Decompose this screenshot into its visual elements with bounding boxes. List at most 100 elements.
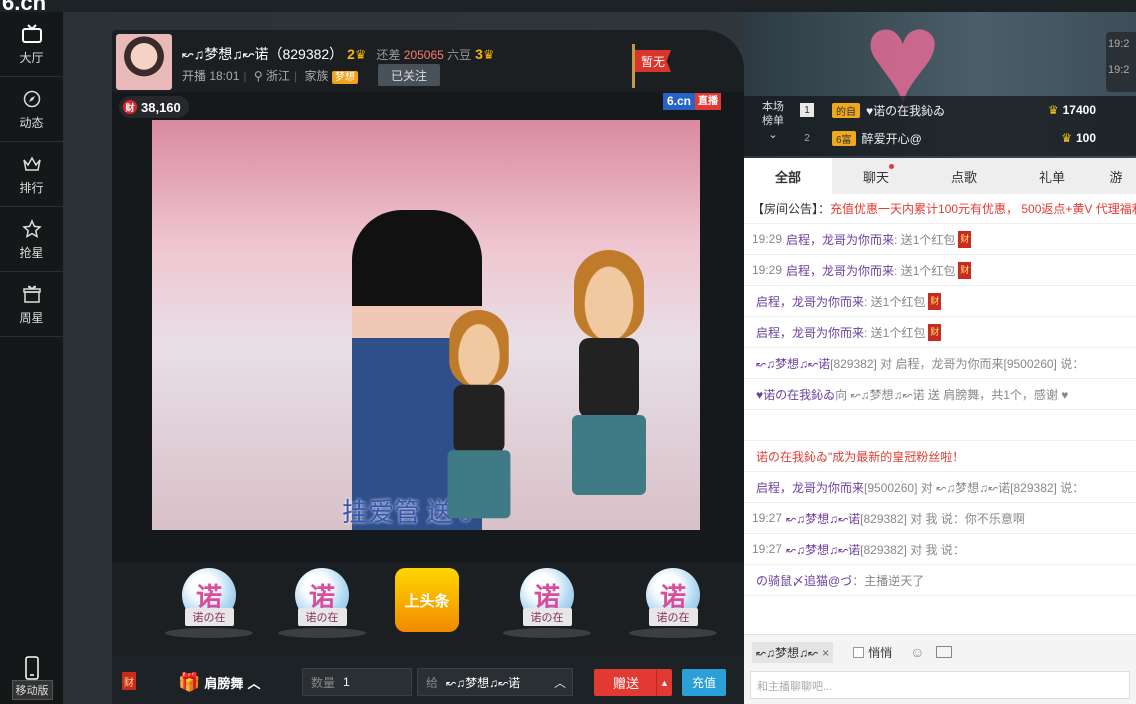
whisper-toggle[interactable]: 悄悄	[853, 644, 892, 661]
chat-list[interactable]: 【房间公告】：充值优惠一天内累计100元有优惠， 500返点+黄V 代理福利 1…	[744, 194, 1136, 634]
gift-base	[278, 628, 366, 638]
wealth-icon: 财	[123, 100, 137, 114]
rank-badge: 6富	[832, 130, 856, 146]
site-logo[interactable]: 6.cn	[0, 0, 66, 15]
nav-label: 动态	[19, 116, 44, 130]
rank-title: 本场榜单	[762, 101, 784, 127]
wealth-icon[interactable]: 财	[122, 672, 136, 690]
flag-badge[interactable]: 暂无	[630, 44, 671, 88]
message-user[interactable]: ♥诺の在我鈊ゐ	[756, 386, 835, 403]
top-bar	[66, 0, 1136, 12]
chat-message: ♥诺の在我鈊ゐ 向 ↜♫梦想♫↜诺 送 肩膀舞，共1个，感谢 ♥	[744, 379, 1136, 410]
gift-base	[503, 628, 591, 638]
quantity-label: 数量	[311, 675, 336, 690]
tab-gift-list[interactable]: 礼单	[1008, 158, 1096, 194]
message-user[interactable]: 启程，龙哥为你而来	[756, 479, 864, 496]
recipient-select[interactable]: 给 ↜♫梦想♫↜诺 ︿	[417, 668, 573, 696]
ranking-board: 本场榜单 ⌄ 1 的自 ♥诺の在我鈊ゐ ♛ 17400 2 6富 醉爱开心@ ♛ 10…	[744, 96, 1136, 156]
quantity-field[interactable]: 数量 1	[302, 668, 412, 696]
red-packet-icon[interactable]: 财	[928, 323, 942, 341]
gift-icon	[20, 282, 44, 306]
chat-tabs: 全部 聊天 点歌 礼单 游	[744, 158, 1136, 194]
chat-message: 启程，龙哥为你而来: 送1个红包财	[744, 286, 1136, 317]
streamer-figure	[352, 210, 482, 530]
rank-row[interactable]: 1 的自 ♥诺の在我鈊ゐ ♛ 17400	[800, 98, 1136, 122]
rank-score: ♛ 100	[1061, 131, 1096, 145]
follow-button[interactable]: 已关注	[378, 64, 440, 86]
red-packet-icon[interactable]: 财	[958, 261, 972, 279]
tab-game[interactable]: 游	[1096, 158, 1136, 194]
message-user[interactable]: 启程，龙哥为你而来	[756, 324, 864, 341]
rank-label[interactable]: 本场榜单 ⌄	[758, 100, 788, 142]
red-packet-icon[interactable]: 财	[958, 230, 972, 248]
time-strip: 19:2 19:2	[1106, 32, 1136, 92]
tab-all[interactable]: 全部	[744, 158, 832, 194]
flag-pole	[632, 44, 635, 88]
close-icon[interactable]: ×	[822, 646, 829, 660]
rank-name: ♥诺の在我鈊ゐ	[866, 103, 946, 118]
gift-label: 诺の在	[648, 608, 698, 626]
gift-label: 诺の在	[522, 608, 572, 626]
image-icon[interactable]	[936, 646, 953, 658]
gift-item[interactable]: 诺 诺の在	[502, 568, 592, 648]
tab-label: 聊天	[862, 169, 889, 185]
coin-icon: ♛	[1061, 131, 1072, 145]
red-packet-icon[interactable]: 财	[928, 292, 942, 310]
nav-item-feed[interactable]: 动态	[0, 77, 63, 142]
time-label: 19:2	[1108, 64, 1130, 76]
rank-row[interactable]: 2 6富 醉爱开心@ ♛ 100	[800, 126, 1136, 150]
message-user[interactable]: ↜♫梦想♫↜诺	[786, 541, 860, 558]
gap-value: 205065	[403, 48, 444, 62]
message-user[interactable]: ↜♫梦想♫↜诺	[756, 355, 830, 372]
mobile-version-link[interactable]: 移动版	[0, 650, 64, 704]
gift-item[interactable]: 诺 诺の在	[164, 568, 254, 648]
message-text: : 送1个红包	[864, 294, 926, 309]
gift-item[interactable]: 诺 诺の在	[628, 568, 718, 648]
nav-label: 大厅	[19, 51, 44, 65]
message-time: 19:29	[752, 232, 783, 246]
gift-selector[interactable]: 🎁 肩膀舞 ︿	[178, 672, 260, 693]
message-text: : 送1个红包	[894, 232, 956, 247]
chat-message: 19:27 ↜♫梦想♫↜诺 [829382] 对 我 说：你不乐意啊	[744, 503, 1136, 534]
message-user[interactable]: 启程，龙哥为你而来	[756, 293, 864, 310]
host-avatar[interactable]	[116, 34, 172, 90]
gift-base	[629, 628, 717, 638]
chat-message: 19:29 启程，龙哥为你而来: 送1个红包财	[744, 255, 1136, 286]
tv-icon	[20, 22, 44, 46]
message-user[interactable]: ↜♫梦想♫↜诺	[786, 510, 860, 527]
chevron-up-icon: ︿	[553, 675, 566, 690]
checkbox[interactable]	[853, 646, 865, 658]
nav-item-hall[interactable]: 大厅	[0, 12, 63, 77]
mobile-label: 移动版	[11, 680, 53, 700]
video-stream[interactable]: 挂爱管 送 0	[152, 120, 700, 530]
host-name: ↜♫梦想♫↜诺（829382）	[182, 46, 344, 62]
gift-toolbar: 财 🎁 肩膀舞 ︿ 数量 1 给 ↜♫梦想♫↜诺 ︿ 赠送 ▲ 充值	[112, 656, 744, 704]
right-panel: ♥ 19:2 19:2 本场榜单 ⌄ 1 的自 ♥诺の在我鈊ゐ ♛ 17400 2 …	[744, 0, 1136, 704]
chat-input[interactable]: 和主播聊聊吧...	[750, 671, 1130, 699]
message-text: : 送1个红包	[894, 263, 956, 278]
emoji-icon[interactable]: ☺	[910, 644, 924, 660]
score-value: 100	[1075, 131, 1096, 145]
send-options-icon[interactable]: ▲	[656, 669, 672, 696]
family-tag[interactable]: 梦想	[331, 71, 358, 84]
gift-icon: 🎁	[178, 672, 201, 692]
headline-gift[interactable]: 上头条	[382, 568, 472, 648]
chat-message: 19:29 启程，龙哥为你而来: 送1个红包财	[744, 224, 1136, 255]
rank-score: ♛ 17400	[1048, 103, 1096, 117]
coin-icon: ♛	[1047, 103, 1059, 117]
tab-chat[interactable]: 聊天	[832, 158, 920, 194]
nav-item-grab-star[interactable]: 抢星	[0, 207, 63, 272]
wealth-value: 38,160	[141, 99, 181, 115]
recipient-chip[interactable]: ↜♫梦想♫↜ ×	[752, 641, 834, 663]
nav-item-rank[interactable]: 排行	[0, 142, 63, 207]
nav-item-week-star[interactable]: 周星	[0, 272, 63, 337]
chat-message: 启程，龙哥为你而来 [9500260] 对 ↜♫梦想♫↜诺[829382] 说：	[744, 472, 1136, 503]
message-user[interactable]: の骑鼠〆追猫@づ	[756, 572, 852, 589]
gift-item[interactable]: 诺 诺の在	[277, 568, 367, 648]
next-level: 3	[475, 46, 483, 62]
tab-song[interactable]: 点歌	[920, 158, 1008, 194]
rank-number: 1	[800, 103, 814, 117]
message-user[interactable]: 启程，龙哥为你而来	[786, 262, 894, 279]
message-user[interactable]: 启程，龙哥为你而来	[786, 231, 894, 248]
recharge-button[interactable]: 充值	[682, 669, 726, 696]
